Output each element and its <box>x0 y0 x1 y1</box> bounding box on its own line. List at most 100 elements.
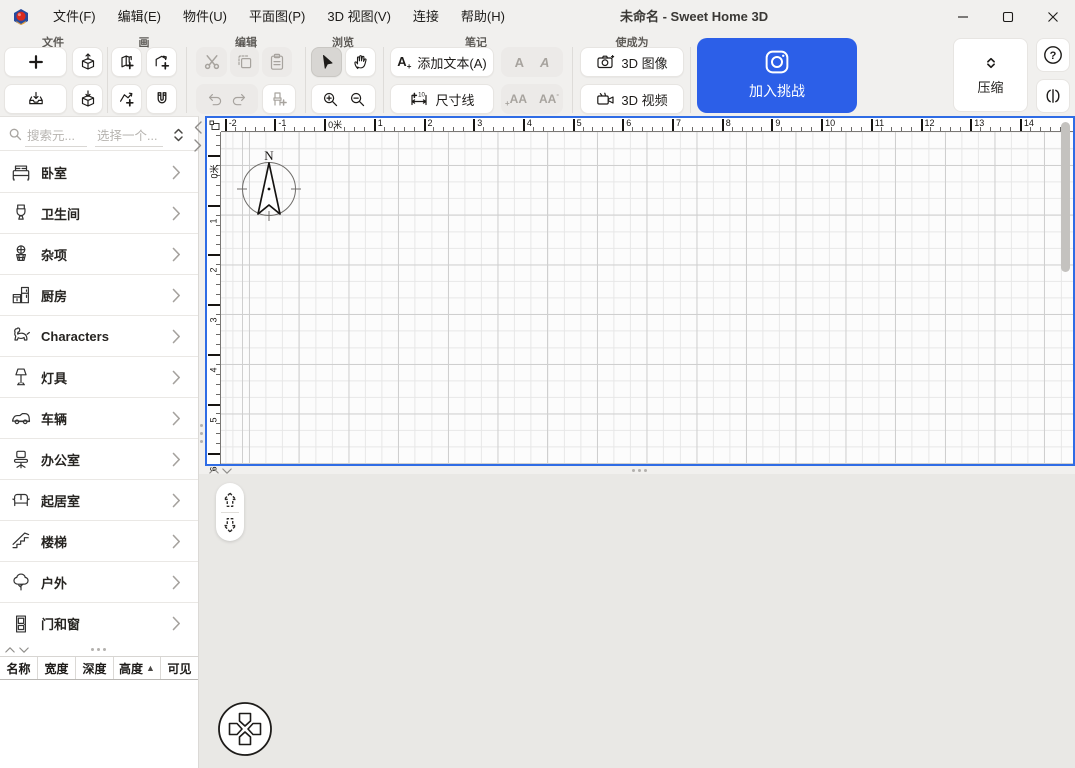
collapse-left-icon[interactable] <box>194 121 202 134</box>
export-button[interactable] <box>72 84 103 114</box>
join-challenge-button[interactable]: 加入挑战 <box>697 38 857 113</box>
window-controls <box>940 0 1075 33</box>
create-walls-button[interactable] <box>111 47 142 77</box>
menu-item-1[interactable]: 编辑(E) <box>107 0 172 33</box>
splitter-handle[interactable] <box>91 648 106 651</box>
plan-3d-splitter-handle[interactable] <box>632 469 647 472</box>
spinner-arrows-icon[interactable] <box>172 127 185 143</box>
category-office[interactable]: 办公室 <box>0 439 198 480</box>
help-button[interactable]: ? <box>1036 38 1070 72</box>
menu-item-0[interactable]: 文件(F) <box>42 0 107 33</box>
compass[interactable]: N <box>235 127 303 229</box>
vertical-splitter-handle[interactable] <box>200 424 203 443</box>
minimize-button[interactable] <box>940 0 985 33</box>
camera-elevation-control[interactable] <box>216 483 244 541</box>
zoom-in-icon[interactable] <box>322 91 339 108</box>
ruler-minor-tick <box>901 127 902 131</box>
font-larger-icon[interactable]: +AA <box>505 90 527 108</box>
new-home-button[interactable] <box>4 47 67 77</box>
menu-item-2[interactable]: 物件(U) <box>172 0 238 33</box>
column-header-width[interactable]: 宽度 <box>38 657 76 679</box>
category-outdoor[interactable]: 户外 <box>0 562 198 603</box>
menu-item-5[interactable]: 连接 <box>402 0 450 33</box>
cut-button[interactable] <box>196 47 227 77</box>
category-vehicles[interactable]: 车辆 <box>0 398 198 439</box>
pan-tool-button[interactable] <box>345 47 376 77</box>
menu-item-6[interactable]: 帮助(H) <box>450 0 516 33</box>
save-button[interactable] <box>4 84 67 114</box>
dog-icon <box>9 325 33 347</box>
chevron-right-icon <box>172 247 181 262</box>
toolbar-divider <box>572 47 573 113</box>
category-lights[interactable]: 灯具 <box>0 357 198 398</box>
paste-button[interactable] <box>262 47 292 77</box>
menu-item-3[interactable]: 平面图(P) <box>238 0 316 33</box>
view-3d[interactable] <box>199 474 1075 768</box>
import-button[interactable] <box>72 47 103 77</box>
toolbar-divider <box>305 47 306 113</box>
category-miscellaneous[interactable]: 杂项 <box>0 234 198 275</box>
category-staircases[interactable]: 楼梯 <box>0 521 198 562</box>
toolbar-divider <box>186 47 187 113</box>
magnet-icon <box>153 90 171 108</box>
copy-button[interactable] <box>230 47 259 77</box>
ruler-minor-tick <box>483 127 484 131</box>
add-furniture-button[interactable] <box>262 84 296 114</box>
ruler-major-tick <box>208 453 220 455</box>
category-living-room[interactable]: 起居室 <box>0 480 198 521</box>
undo-icon[interactable] <box>206 90 224 108</box>
create-3d-photo-button[interactable]: 3D 图像 <box>580 47 684 77</box>
ruler-minor-tick <box>216 344 220 345</box>
ruler-label: 0米 <box>328 118 342 131</box>
collapse-right-icon[interactable] <box>194 139 202 152</box>
ruler-label: 14 <box>1024 118 1034 128</box>
category-doors-windows[interactable]: 门和窗 <box>0 603 198 644</box>
category-bedroom[interactable]: 卧室 <box>0 152 198 193</box>
magnetism-button[interactable] <box>146 84 177 114</box>
close-button[interactable] <box>1030 0 1075 33</box>
bold-icon[interactable]: A <box>515 55 524 70</box>
redo-icon[interactable] <box>230 90 248 108</box>
column-header-height[interactable]: 高度▲ <box>114 657 161 679</box>
menu-item-4[interactable]: 3D 视图(V) <box>316 0 402 33</box>
ruler-label: 4 <box>527 118 532 128</box>
wall-plus-icon <box>118 53 136 71</box>
arrow-down-icon[interactable] <box>222 516 238 534</box>
camera-icon <box>596 53 615 71</box>
column-header-visible[interactable]: 可见 <box>161 657 198 679</box>
category-bathroom[interactable]: 卫生间 <box>0 193 198 234</box>
italic-icon[interactable]: A <box>540 55 549 70</box>
plan-canvas[interactable] <box>221 132 1073 464</box>
zoom-out-icon[interactable] <box>349 91 366 108</box>
expand-up-icon[interactable] <box>209 467 219 474</box>
ruler-label: 6 <box>626 118 631 128</box>
chevron-right-icon <box>172 534 181 549</box>
collapse-up-icon[interactable] <box>5 646 15 653</box>
category-kitchen[interactable]: 厨房 <box>0 275 198 316</box>
create-rooms-button[interactable] <box>146 47 177 77</box>
camera-dpad-control[interactable] <box>217 701 273 757</box>
ruler-minor-tick <box>216 185 220 186</box>
arrow-up-icon[interactable] <box>222 491 238 509</box>
search-input[interactable]: 搜索元... <box>27 125 75 144</box>
column-header-name[interactable]: 名称 <box>0 657 38 679</box>
create-polylines-button[interactable] <box>111 84 142 114</box>
select-tool-button[interactable] <box>311 47 342 77</box>
column-header-depth[interactable]: 深度 <box>76 657 114 679</box>
sidebar-splitter[interactable] <box>0 644 198 656</box>
sofa-icon <box>9 489 33 511</box>
collapse-down-icon[interactable] <box>19 647 29 654</box>
plan-vertical-scrollbar[interactable] <box>1061 122 1070 272</box>
category-picker[interactable]: 选择一个... <box>97 125 157 144</box>
ruler-major-tick <box>622 119 624 131</box>
add-text-button[interactable]: A+ 添加文本(A) <box>390 47 494 77</box>
category-characters[interactable]: Characters <box>0 316 198 357</box>
panel-toggle-button[interactable] <box>1036 79 1070 113</box>
ruler-minor-tick <box>533 127 534 131</box>
compress-button[interactable]: 压缩 <box>953 38 1028 112</box>
toolbar: 文件 画 编辑 浏览 笔记 使成为 <box>0 33 1075 116</box>
create-dimensions-button[interactable]: 10 尺寸线 <box>390 84 494 114</box>
font-smaller-icon[interactable]: AA- <box>539 90 559 108</box>
create-3d-video-button[interactable]: 3D 视频 <box>580 84 684 114</box>
maximize-button[interactable] <box>985 0 1030 33</box>
